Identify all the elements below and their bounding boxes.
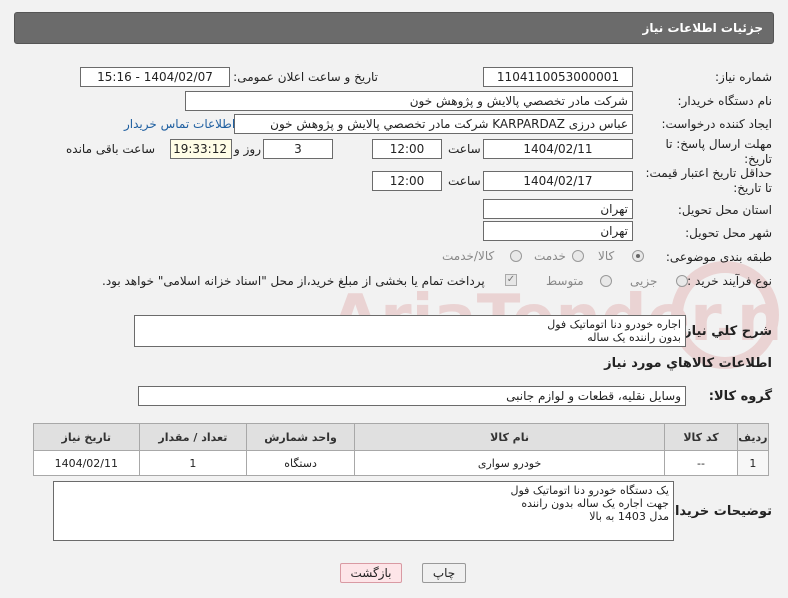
buyer-contact-link[interactable]: اطلاعات تماس خریدار <box>124 117 235 131</box>
table-row: 1 -- خودرو سواری دستگاه 1 1404/02/11 <box>33 450 770 476</box>
cell-date: 1404/02/11 <box>33 450 140 476</box>
process-minor-label: جزیی <box>630 274 658 288</box>
category-goods-label: کالا <box>598 249 615 263</box>
buyer-org-label: نام دستگاه خریدار: <box>677 94 773 108</box>
reply-date-field: 1404/02/11 <box>483 139 633 159</box>
price-validity-label: حداقل تاریخ اعتبار قیمت: تا تاریخ: <box>645 166 772 195</box>
cell-name: خودرو سواری <box>353 450 666 476</box>
cell-row: 1 <box>736 450 770 476</box>
cell-unit: دستگاه <box>246 450 355 476</box>
buyer-org-field: شرکت مادر تخصصي پالايش و پژوهش خون <box>185 91 633 111</box>
remaining-time-field: 19:33:12 <box>170 139 232 159</box>
reply-days-field: 3 <box>263 139 333 159</box>
payment-treasury-checkbox[interactable]: ✓ <box>505 274 517 286</box>
cell-qty: 1 <box>138 450 248 476</box>
description-label: شرح کلي نياز: <box>678 324 772 339</box>
validity-time-label: ساعت <box>448 174 481 188</box>
category-goods-service-radio[interactable] <box>510 250 522 262</box>
remaining-label: ساعت باقی مانده <box>66 142 156 156</box>
category-service-label: خدمت <box>534 249 566 263</box>
page-header: جزئیات اطلاعات نیاز <box>14 12 774 44</box>
need-number-field: 1104110053000001 <box>483 67 633 87</box>
description-textarea[interactable]: اجاره خودرو دنا اتوماتیک فول بدون راننده… <box>134 315 686 347</box>
page-title: جزئیات اطلاعات نیاز <box>642 21 763 35</box>
category-service-radio[interactable] <box>572 250 584 262</box>
table-header-row: ردیف کد کالا نام کالا واحد شمارش تعداد /… <box>33 423 770 451</box>
announce-datetime-label: تاریخ و ساعت اعلان عمومی: <box>233 70 378 84</box>
reply-time-label: ساعت <box>448 142 481 156</box>
validity-date-field: 1404/02/17 <box>483 171 633 191</box>
payment-note: پرداخت تمام یا بخشی از مبلغ خرید،از محل … <box>102 274 485 288</box>
col-name: نام کالا <box>353 423 666 451</box>
category-goods-radio[interactable] <box>632 250 644 262</box>
col-qty: تعداد / مقدار <box>138 423 248 451</box>
col-unit: واحد شمارش <box>246 423 355 451</box>
cell-code: -- <box>664 450 738 476</box>
validity-time-field: 12:00 <box>372 171 442 191</box>
announce-datetime-field: 1404/02/07 - 15:16 <box>80 67 230 87</box>
goods-group-label: گروه کالا: <box>708 389 772 404</box>
requester-field: عباس درزی KARPARDAZ شرکت مادر تخصصي پالا… <box>234 114 633 134</box>
goods-info-heading: اطلاعات کالاهاي مورد نياز <box>604 356 772 371</box>
back-button[interactable]: بازگشت <box>340 563 402 583</box>
province-field: تهران <box>483 199 633 219</box>
category-label: طبقه بندی موضوعی: <box>665 250 772 264</box>
city-field: تهران <box>483 221 633 241</box>
reply-time-field: 12:00 <box>372 139 442 159</box>
process-medium-radio[interactable] <box>600 275 612 287</box>
col-date: تاریخ نیاز <box>33 423 140 451</box>
goods-group-field: وسایل نقلیه، قطعات و لوازم جانبی <box>138 386 686 406</box>
buyer-notes-textarea[interactable]: یک دستگاه خودرو دنا اتوماتیک فول جهت اجا… <box>53 481 674 541</box>
category-goods-service-label: کالا/خدمت <box>442 249 495 263</box>
delivery-province-label: استان محل تحویل: <box>677 203 772 217</box>
day-and-label: روز و <box>234 142 261 156</box>
print-button[interactable]: چاپ <box>422 563 466 583</box>
process-medium-label: متوسط <box>546 274 584 288</box>
process-type-label: نوع فرآیند خرید : <box>687 274 772 288</box>
goods-table: ردیف کد کالا نام کالا واحد شمارش تعداد /… <box>33 423 770 476</box>
reply-deadline-label: مهلت ارسال پاسخ: تا تاریخ: <box>665 137 772 166</box>
delivery-city-label: شهر محل تحویل: <box>685 226 772 240</box>
col-row: ردیف <box>736 423 770 451</box>
col-code: کد کالا <box>664 423 738 451</box>
requester-label: ایجاد کننده درخواست: <box>661 117 772 131</box>
buyer-notes-label: توضیحات خریدار: <box>662 504 772 519</box>
process-minor-radio[interactable] <box>676 275 688 287</box>
need-number-label: شماره نیاز: <box>715 70 772 84</box>
